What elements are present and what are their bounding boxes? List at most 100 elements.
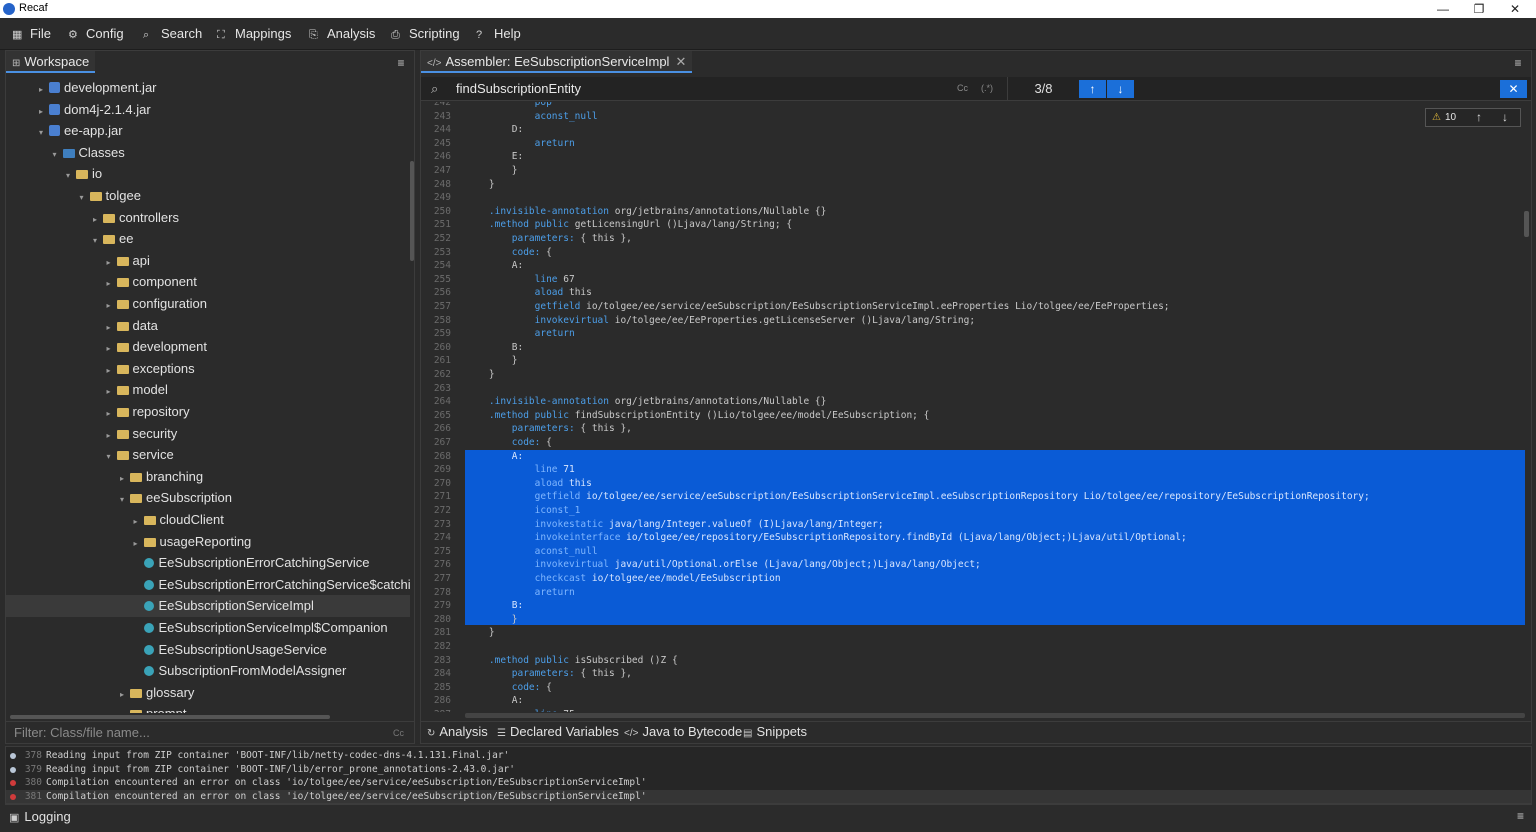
expanded-arrow-icon[interactable]: ▾: [90, 230, 100, 250]
tree-node[interactable]: ▸ data: [6, 315, 410, 337]
editor-vertical-scrollbar[interactable]: [1524, 211, 1529, 237]
tree-node[interactable]: ▾ service: [6, 444, 410, 466]
tree-node[interactable]: ▸ cloudClient: [6, 509, 410, 531]
collapsed-arrow-icon[interactable]: ▸: [36, 79, 46, 99]
tree-node[interactable]: ▾ ee: [6, 228, 410, 250]
tab-snippets[interactable]: ▤ Snippets: [743, 724, 807, 739]
tree-node[interactable]: ▸ component: [6, 271, 410, 293]
collapsed-arrow-icon[interactable]: ▸: [117, 705, 127, 713]
workspace-menu-icon[interactable]: ≡: [392, 54, 410, 72]
collapsed-arrow-icon[interactable]: ▸: [104, 295, 114, 315]
regex-toggle[interactable]: (.*): [981, 83, 993, 93]
code-line: 257 getfield io/tolgee/ee/service/eeSubs…: [421, 300, 1525, 314]
tree-horizontal-scrollbar[interactable]: [10, 715, 330, 719]
menu-scripting[interactable]: ⎙ Scripting: [391, 26, 460, 44]
code-line: 282: [421, 640, 1525, 654]
tree-node[interactable]: ▸ glossary: [6, 682, 410, 704]
tree-node[interactable]: ▾ eeSubscription: [6, 487, 410, 509]
tab-workspace[interactable]: ⊞ Workspace: [6, 51, 96, 73]
tree-class-item[interactable]: EeSubscriptionErrorCatchingService: [6, 552, 410, 574]
filter-case-option[interactable]: Cc: [393, 722, 404, 744]
collapsed-arrow-icon[interactable]: ▸: [104, 338, 114, 358]
logging-menu-icon[interactable]: ≡: [1517, 809, 1524, 823]
tree-node[interactable]: ▸ branching: [6, 466, 410, 488]
tree-node[interactable]: ▸ api: [6, 250, 410, 272]
previous-match-button[interactable]: ↑: [1079, 80, 1106, 98]
collapsed-arrow-icon[interactable]: ▸: [104, 360, 114, 380]
filter-input[interactable]: Filter: Class/file name... Cc: [6, 721, 414, 743]
collapsed-arrow-icon[interactable]: ▸: [131, 511, 141, 531]
tree-node[interactable]: ▸ prompt: [6, 703, 410, 713]
tree-node[interactable]: ▸ dom4j-2.1.4.jar: [6, 99, 410, 121]
tree-node[interactable]: ▾ io: [6, 163, 410, 185]
tree-node[interactable]: ▸ development.jar: [6, 77, 410, 99]
collapsed-arrow-icon[interactable]: ▸: [104, 425, 114, 445]
tree-class-item[interactable]: SubscriptionFromModelAssigner: [6, 660, 410, 682]
tree-node[interactable]: ▸ usageReporting: [6, 531, 410, 553]
tree-node[interactable]: ▸ development: [6, 336, 410, 358]
tree-node[interactable]: ▾ tolgee: [6, 185, 410, 207]
log-entry[interactable]: 381 Compilation encountered an error on c…: [6, 789, 1531, 804]
tab-declared-variables[interactable]: ☰ Declared Variables: [497, 724, 619, 739]
collapsed-arrow-icon[interactable]: ▸: [131, 533, 141, 553]
editor-horizontal-scrollbar[interactable]: [465, 713, 1525, 718]
menu-search[interactable]: ⌕ Search: [143, 26, 202, 44]
tree-class-item[interactable]: EeSubscriptionErrorCatchingService$catch…: [6, 574, 410, 596]
tab-logging[interactable]: ▣ Logging: [9, 809, 71, 824]
tree-class-item[interactable]: EeSubscriptionUsageService: [6, 639, 410, 661]
tree-node[interactable]: ▸ configuration: [6, 293, 410, 315]
collapsed-arrow-icon[interactable]: ▸: [117, 468, 127, 488]
warnings-indicator[interactable]: ⚠ 10 ↑ ↓: [1425, 108, 1521, 127]
code-line: 251 .method public getLicensingUrl ()Lja…: [421, 218, 1525, 232]
collapsed-arrow-icon[interactable]: ▸: [104, 381, 114, 401]
menu-config[interactable]: ⚙ Config: [68, 26, 124, 44]
editor-menu-icon[interactable]: ≡: [1509, 54, 1527, 72]
tree-node[interactable]: ▸ security: [6, 423, 410, 445]
close-find-button[interactable]: ✕: [1500, 80, 1527, 98]
log-entry[interactable]: 379 Reading input from ZIP container 'BOO…: [6, 763, 1531, 777]
minimize-button[interactable]: —: [1428, 1, 1458, 17]
next-match-button[interactable]: ↓: [1107, 80, 1134, 98]
tree-node[interactable]: ▸ exceptions: [6, 358, 410, 380]
collapsed-arrow-icon[interactable]: ▸: [117, 684, 127, 704]
expanded-arrow-icon[interactable]: ▾: [77, 187, 87, 207]
collapsed-arrow-icon[interactable]: ▸: [104, 403, 114, 423]
next-warning-icon[interactable]: ↓: [1502, 109, 1508, 126]
tree-node[interactable]: ▸ model: [6, 379, 410, 401]
menu-file[interactable]: ▦ File: [12, 26, 51, 44]
tree-node[interactable]: ▾ ee-app.jar: [6, 120, 410, 142]
tree-node[interactable]: ▾ Classes: [6, 142, 410, 164]
log-entry[interactable]: 378 Reading input from ZIP container 'BOO…: [6, 749, 1531, 763]
expanded-arrow-icon[interactable]: ▾: [117, 489, 127, 509]
restore-button[interactable]: ❐: [1464, 1, 1494, 17]
expanded-arrow-icon[interactable]: ▾: [104, 446, 114, 466]
log-entry[interactable]: 380 Compilation encountered an error on c…: [6, 776, 1531, 790]
collapsed-arrow-icon[interactable]: ▸: [104, 252, 114, 272]
tree-node-label: branching: [146, 468, 204, 484]
code-editor[interactable]: 242 pop 243 aconst_null 244 D: 245 areturn 2…: [421, 102, 1525, 712]
expanded-arrow-icon[interactable]: ▾: [50, 144, 60, 164]
tree-node[interactable]: ▸ repository: [6, 401, 410, 423]
collapsed-arrow-icon[interactable]: ▸: [90, 209, 100, 229]
menu-help[interactable]: ? Help: [476, 26, 521, 44]
collapsed-arrow-icon[interactable]: ▸: [104, 273, 114, 293]
tree-vertical-scrollbar[interactable]: [410, 161, 414, 261]
menu-analysis[interactable]: ⎘ Analysis: [309, 26, 375, 44]
menu-mappings[interactable]: ⛶ Mappings: [217, 26, 291, 44]
expanded-arrow-icon[interactable]: ▾: [63, 165, 73, 185]
tree-node-label: EeSubscriptionServiceImpl$Companion: [158, 620, 388, 635]
tree-class-item[interactable]: EeSubscriptionServiceImpl$Companion: [6, 617, 410, 639]
collapsed-arrow-icon[interactable]: ▸: [104, 317, 114, 337]
find-input[interactable]: findSubscriptionEntity: [456, 81, 581, 96]
tab-analysis[interactable]: ↻ Analysis: [427, 724, 488, 739]
close-window-button[interactable]: ✕: [1500, 1, 1530, 17]
match-case-toggle[interactable]: Cc: [957, 83, 968, 93]
tab-assembler[interactable]: </> Assembler: EeSubscriptionServiceImpl ✕: [421, 51, 693, 73]
tab-java-to-bytecode[interactable]: </> Java to Bytecode: [624, 724, 742, 739]
previous-warning-icon[interactable]: ↑: [1476, 109, 1482, 126]
tree-node[interactable]: ▸ controllers: [6, 207, 410, 229]
collapsed-arrow-icon[interactable]: ▸: [36, 101, 46, 121]
tab-close-icon[interactable]: ✕: [675, 54, 686, 69]
expanded-arrow-icon[interactable]: ▾: [36, 122, 46, 142]
tree-class-item[interactable]: EeSubscriptionServiceImpl: [6, 595, 410, 617]
